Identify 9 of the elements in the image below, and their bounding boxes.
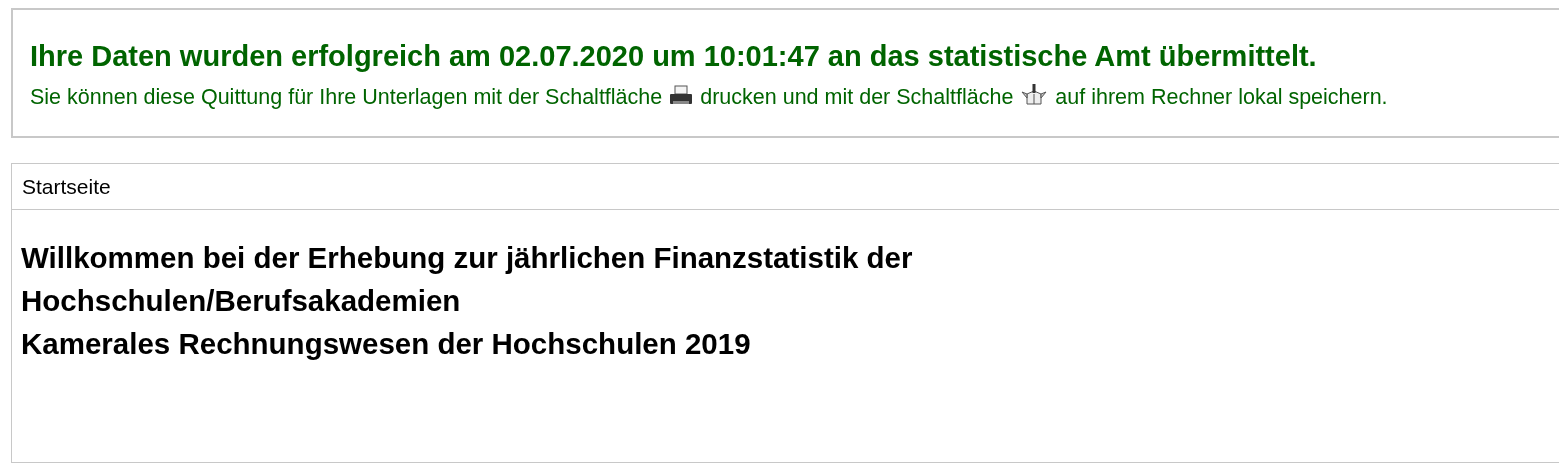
- welcome-title: Kamerales Rechnungswesen der Hochschulen 2019: [21, 326, 752, 362]
- receipt-instruction: Sie können diese Quittung für Ihre Unterlagen mit der Schaltfläche: [30, 85, 663, 109]
- success-heading: Ihre Daten wurden erfolgreich am 02.07.2020 um 10:01:47 an das statistische Amt übermittelt.: [30, 39, 1318, 74]
- welcome-title: Willkommen bei der Erhebung zur jährlichen Finanzstatistik der: [21, 240, 914, 276]
- breadcrumb: Startseite: [22, 173, 111, 200]
- receipt-instruction: auf ihrem Rechner lokal speichern.: [1055, 85, 1388, 109]
- receipt-instruction: drucken und mit der Schaltfläche: [700, 85, 1014, 109]
- printer-icon: [668, 85, 695, 107]
- welcome-title: Hochschulen/Berufsakademien: [21, 283, 462, 319]
